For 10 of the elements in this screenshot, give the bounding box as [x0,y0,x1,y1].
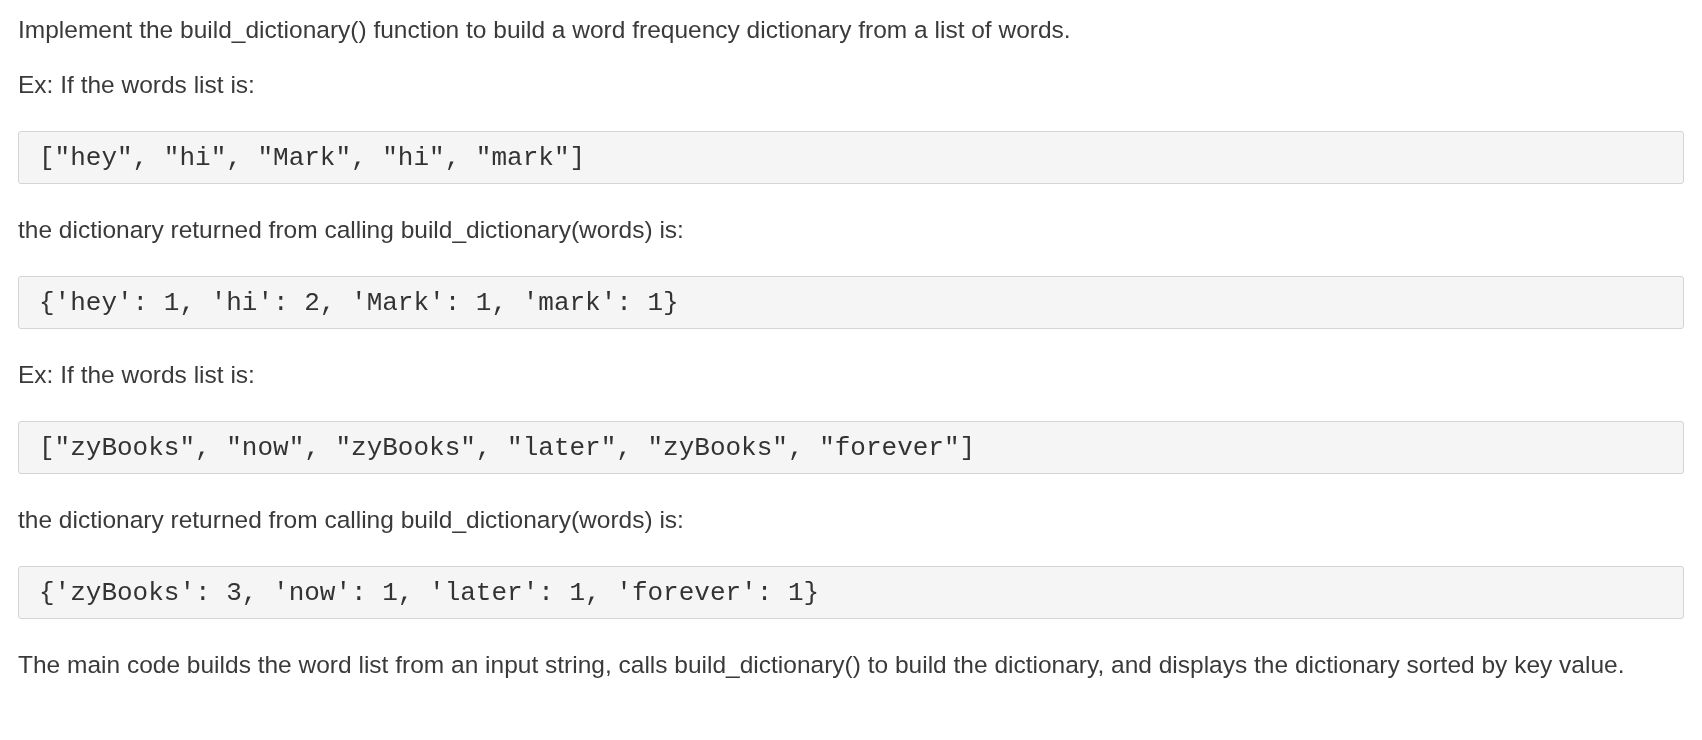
instruction-text: Ex: If the words list is: [18,70,256,100]
code-block: ["hey", "hi", "Mark", "hi", "mark"] [18,131,1684,184]
code-block: {'zyBooks': 3, 'now': 1, 'later': 1, 'forever': 1} [18,566,1684,619]
instruction-text: the dictionary returned from calling build_dictionary(words) is: [18,215,685,245]
code-block: ["zyBooks", "now", "zyBooks", "later", "zyBooks", "forever"] [18,421,1684,474]
instruction-text: Ex: If the words list is: [18,360,256,390]
code-block: {'hey': 1, 'hi': 2, 'Mark': 1, 'mark': 1} [18,276,1684,329]
instruction-text: The main code builds the word list from an input string, calls build_dictionary() to build the dictionary, and displays the dictionary sorted by key value. [18,650,1626,680]
instruction-text: Implement the build_dictionary() function to build a word frequency dictionary from a list of words. [18,15,1072,45]
instruction-text: the dictionary returned from calling build_dictionary(words) is: [18,505,685,535]
